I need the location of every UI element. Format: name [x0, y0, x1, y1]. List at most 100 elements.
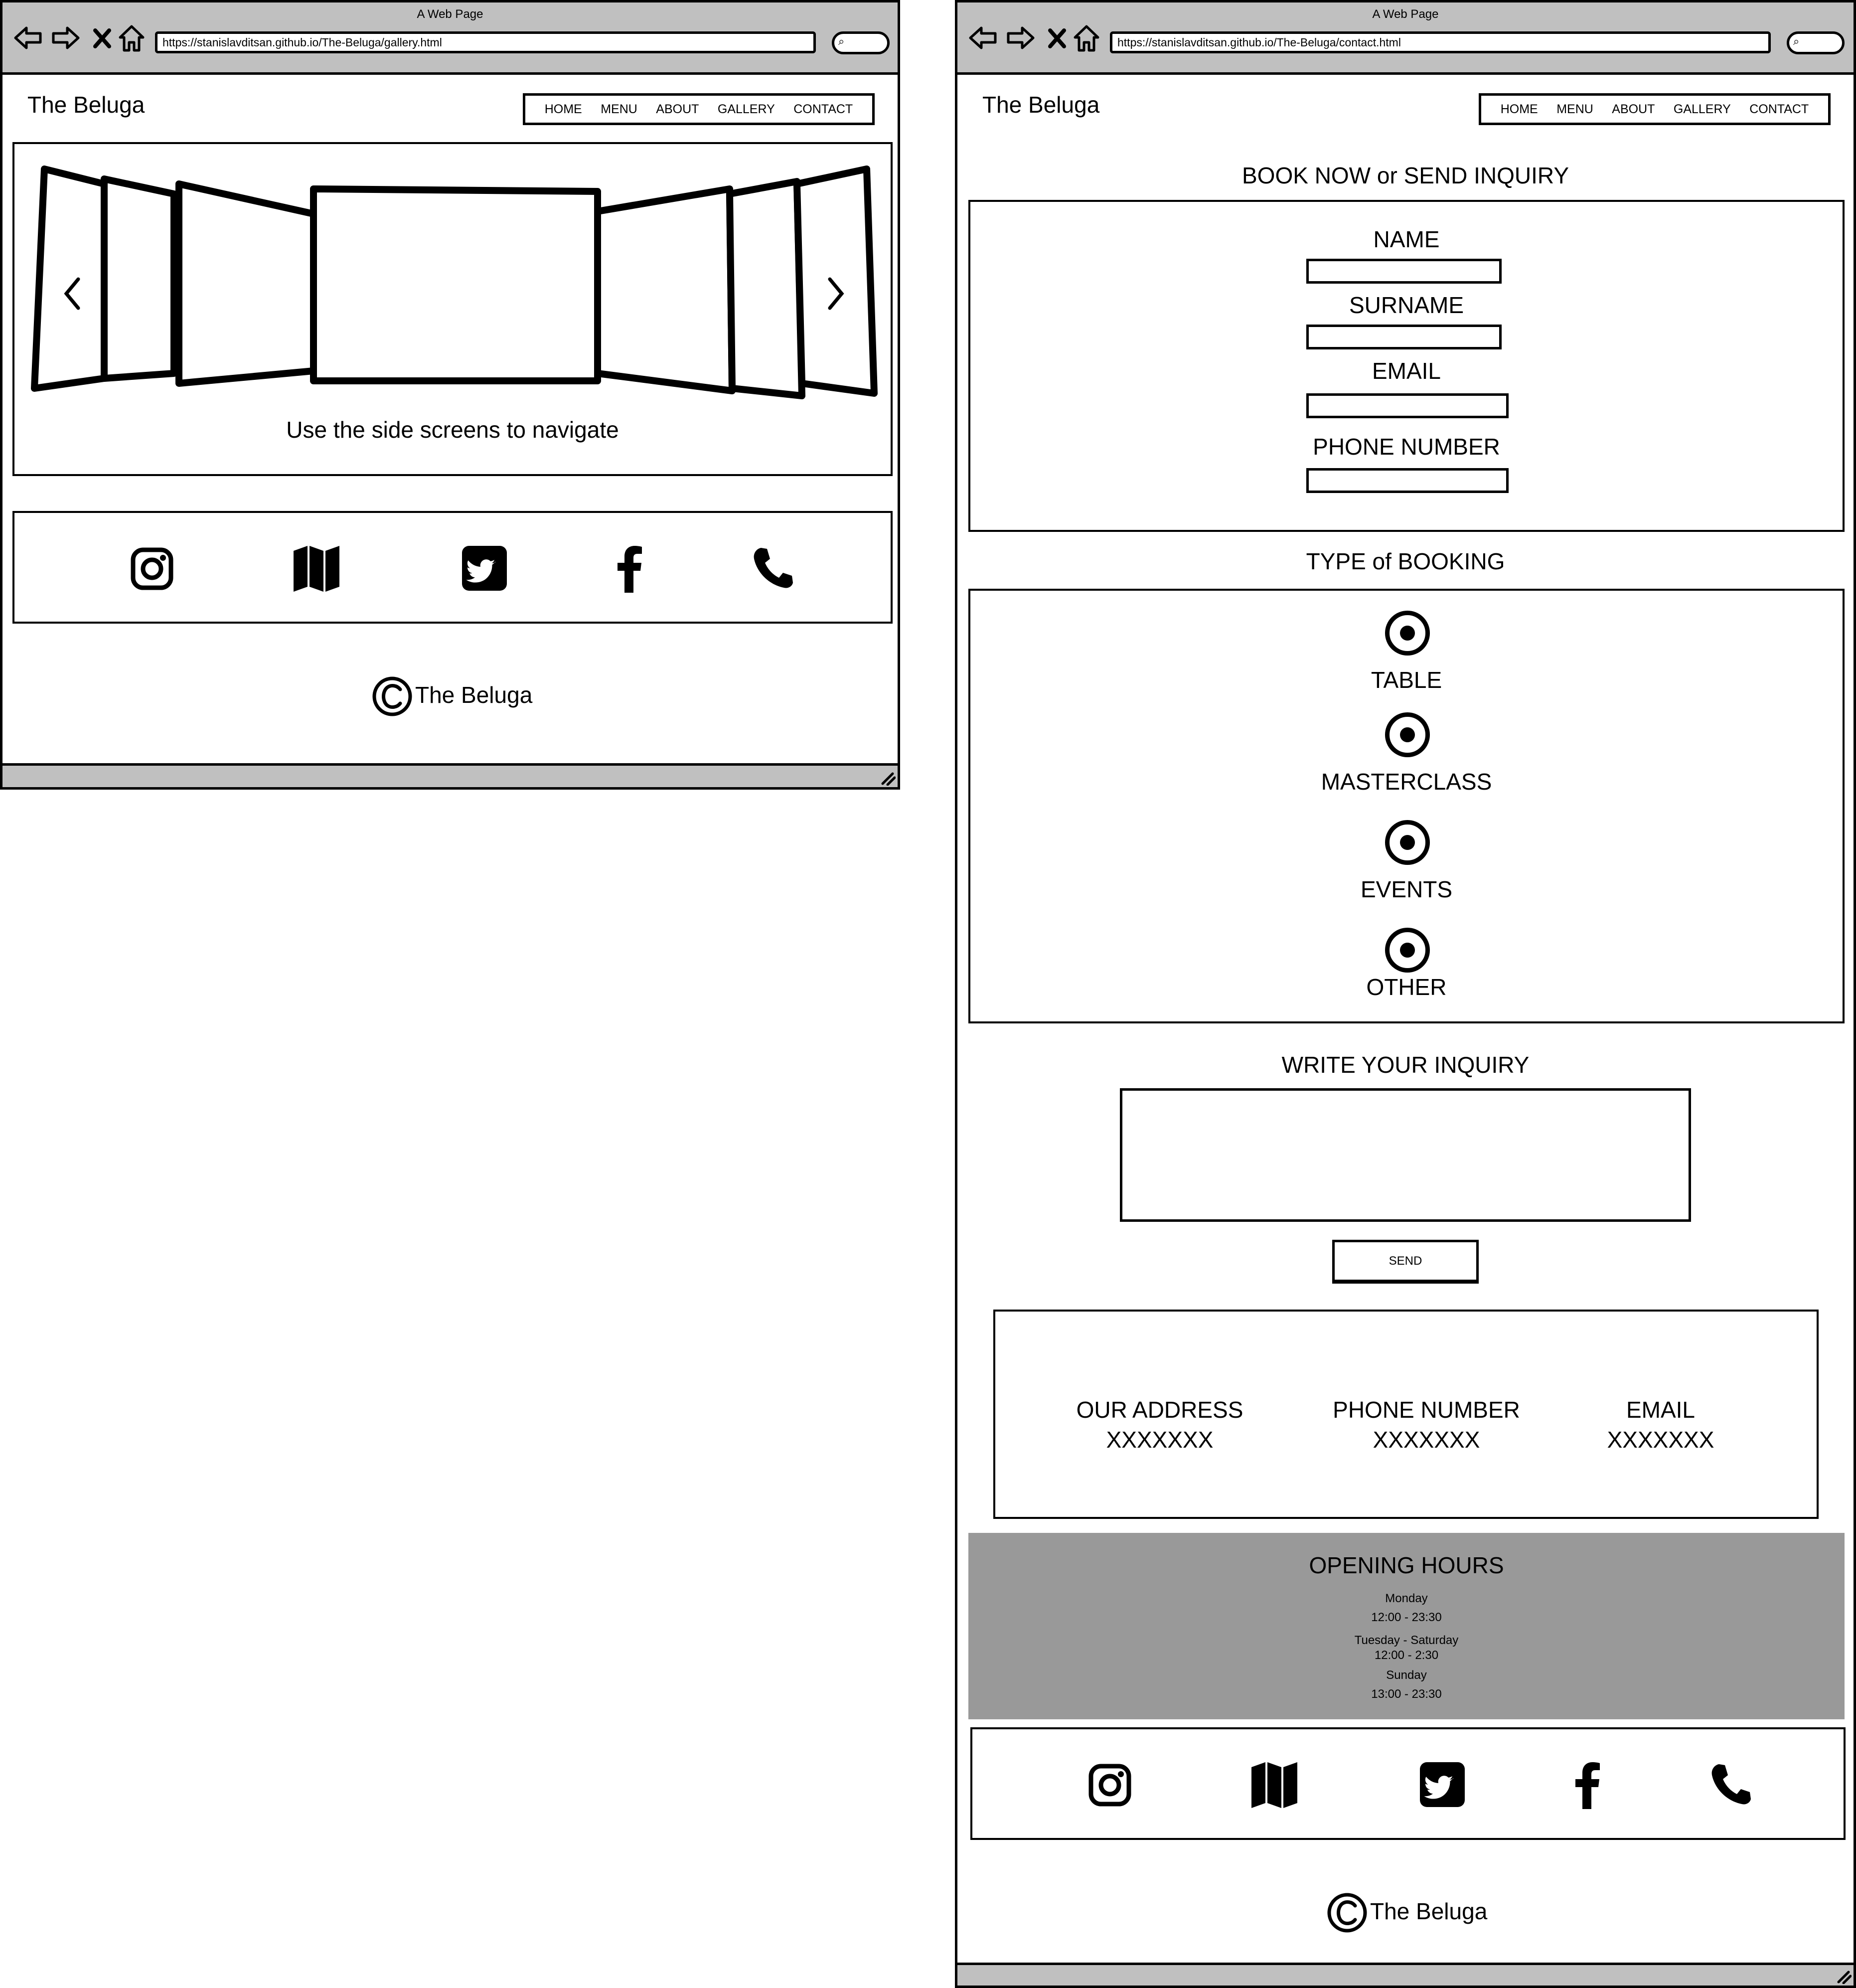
map-icon[interactable] [1249, 1760, 1299, 1810]
inquiry-textarea[interactable] [1120, 1088, 1691, 1222]
search-box[interactable]: ⌕ [1787, 31, 1845, 54]
main-nav: HOME MENU ABOUT GALLERY CONTACT [523, 93, 875, 125]
slide-right-2 [726, 178, 805, 399]
radio-table[interactable] [1385, 611, 1430, 656]
facebook-icon[interactable] [615, 543, 644, 593]
chevron-left-icon[interactable] [62, 276, 82, 311]
booking-type-title: TYPE of BOOKING [1306, 548, 1505, 574]
instagram-icon[interactable] [130, 547, 174, 591]
resize-grip-icon[interactable] [881, 772, 896, 786]
instagram-icon[interactable] [1088, 1763, 1132, 1807]
back-icon[interactable] [968, 25, 998, 50]
slide-left-1 [175, 180, 317, 387]
form-title: BOOK NOW or SEND INQUIRY [1241, 163, 1569, 188]
hours-day-sunday: Sunday [1386, 1668, 1427, 1682]
phone-info-label: PHONE NUMBER [1333, 1397, 1520, 1423]
search-box[interactable]: ⌕ [832, 31, 890, 54]
twitter-icon[interactable] [462, 546, 507, 591]
surname-input[interactable] [1306, 325, 1502, 349]
footer-brand: The Beluga [415, 682, 533, 708]
hours-day-tue-sat: Tuesday - Saturday [1354, 1634, 1459, 1647]
slide-center [310, 185, 601, 384]
window-title: A Web Page [417, 7, 483, 21]
name-input[interactable] [1306, 259, 1502, 284]
main-nav: HOME MENU ABOUT GALLERY CONTACT [1479, 93, 1831, 125]
booking-type-box: TABLE MASTERCLASS EVENTS OTHER [968, 589, 1845, 1023]
nav-gallery[interactable]: GALLERY [718, 102, 775, 117]
hours-time-tue-sat: 12:00 - 2:30 [1374, 1649, 1439, 1662]
email-info-value: XXXXXXX [1607, 1427, 1714, 1453]
send-button[interactable]: SEND [1332, 1240, 1479, 1284]
search-icon: ⌕ [838, 35, 845, 47]
option-table-label: TABLE [1371, 667, 1442, 693]
email-input[interactable] [1306, 393, 1509, 418]
stop-icon[interactable] [1047, 27, 1067, 49]
facebook-icon[interactable] [1572, 1759, 1602, 1809]
resize-grip-icon[interactable] [1837, 1970, 1852, 1984]
option-events-label: EVENTS [1360, 876, 1453, 902]
forward-icon[interactable] [50, 25, 80, 50]
hours-time-monday: 12:00 - 23:30 [1371, 1611, 1442, 1624]
opening-hours-title: OPENING HOURS [1309, 1552, 1504, 1578]
home-icon[interactable] [118, 24, 145, 52]
inquiry-title: WRITE YOUR INQUIRY [1281, 1052, 1530, 1078]
hours-time-sunday: 13:00 - 23:30 [1371, 1687, 1442, 1701]
map-icon[interactable] [292, 544, 341, 594]
stop-icon[interactable] [92, 27, 112, 49]
hours-day-monday: Monday [1385, 1592, 1428, 1605]
phone-info-value: XXXXXXX [1373, 1427, 1480, 1453]
social-links [970, 1727, 1846, 1840]
nav-menu[interactable]: MENU [1556, 102, 1593, 117]
nav-about[interactable]: ABOUT [656, 102, 699, 117]
radio-events[interactable] [1385, 820, 1430, 865]
gallery-browser-window: A Web Page https://stanislavditsan.githu… [0, 0, 900, 790]
slide-left-2 [101, 175, 177, 382]
phone-icon[interactable] [1710, 1762, 1752, 1806]
browser-statusbar [957, 1963, 1854, 1986]
email-label: EMAIL [1372, 358, 1441, 384]
email-info-label: EMAIL [1626, 1397, 1696, 1423]
option-masterclass-label: MASTERCLASS [1321, 769, 1492, 795]
nav-home[interactable]: HOME [545, 102, 582, 117]
gallery-carousel: Use the side screens to navigate [12, 142, 893, 476]
personal-details-box: NAME SURNAME EMAIL PHONE NUMBER [968, 200, 1845, 532]
address-bar[interactable]: https://stanislavditsan.github.io/The-Be… [1110, 31, 1771, 53]
nav-home[interactable]: HOME [1501, 102, 1538, 117]
address-bar[interactable]: https://stanislavditsan.github.io/The-Be… [155, 31, 816, 53]
slide-right-1 [594, 185, 736, 394]
back-icon[interactable] [13, 25, 43, 50]
social-links [12, 511, 893, 624]
carousel-slides[interactable] [14, 144, 891, 403]
option-other-label: OTHER [1366, 974, 1447, 1000]
nav-menu[interactable]: MENU [601, 102, 637, 117]
name-label: NAME [1373, 226, 1440, 252]
nav-gallery[interactable]: GALLERY [1674, 102, 1731, 117]
copyright-icon [1327, 1893, 1367, 1933]
contact-browser-window: A Web Page https://stanislavditsan.githu… [955, 0, 1856, 1988]
nav-contact[interactable]: CONTACT [793, 102, 853, 117]
radio-other[interactable] [1385, 928, 1430, 973]
phone-input[interactable] [1306, 468, 1509, 493]
contact-info-box: OUR ADDRESS XXXXXXX PHONE NUMBER XXXXXXX… [993, 1310, 1819, 1519]
window-title: A Web Page [1372, 7, 1439, 21]
surname-label: SURNAME [1349, 292, 1464, 318]
radio-masterclass[interactable] [1385, 712, 1430, 757]
browser-toolbar: A Web Page https://stanislavditsan.githu… [957, 2, 1854, 75]
phone-icon[interactable] [752, 546, 794, 590]
carousel-caption: Use the side screens to navigate [286, 417, 619, 443]
phone-label: PHONE NUMBER [1313, 434, 1500, 460]
brand-logo[interactable]: The Beluga [982, 91, 1099, 118]
brand-logo[interactable]: The Beluga [27, 91, 145, 118]
opening-hours-section: OPENING HOURS Monday 12:00 - 23:30 Tuesd… [968, 1533, 1845, 1719]
search-icon: ⌕ [1793, 35, 1800, 47]
forward-icon[interactable] [1005, 25, 1035, 50]
chevron-right-icon[interactable] [826, 276, 846, 311]
home-icon[interactable] [1073, 24, 1100, 52]
address-value: XXXXXXX [1106, 1427, 1214, 1453]
twitter-icon[interactable] [1420, 1762, 1465, 1807]
nav-contact[interactable]: CONTACT [1749, 102, 1809, 117]
footer-brand: The Beluga [1370, 1898, 1488, 1924]
browser-statusbar [2, 763, 898, 787]
nav-about[interactable]: ABOUT [1612, 102, 1655, 117]
browser-toolbar: A Web Page https://stanislavditsan.githu… [2, 2, 898, 75]
